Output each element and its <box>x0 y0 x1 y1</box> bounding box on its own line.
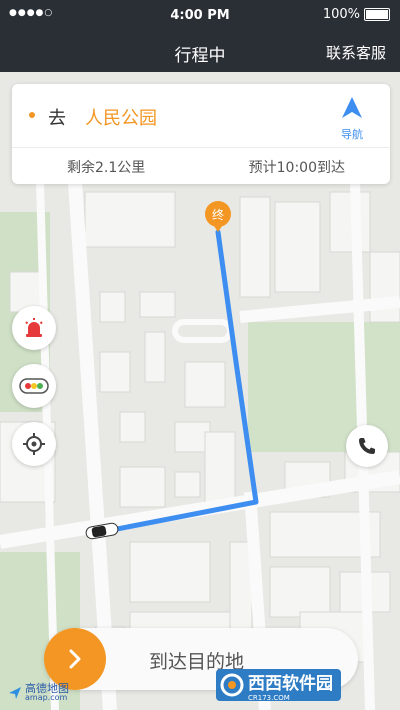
amap-logo: 高德地图 amap.com <box>8 683 69 702</box>
locate-icon <box>23 433 45 455</box>
traffic-light-icon <box>19 378 49 394</box>
slider-knob[interactable] <box>44 628 106 690</box>
watermark: 西西软件园 CR173.COM <box>216 666 392 704</box>
watermark-text: 西西软件园 <box>248 673 333 694</box>
chevron-right-icon <box>69 649 81 669</box>
navigation-label: 导航 <box>341 128 363 141</box>
destination-name: 人民公园 <box>85 108 157 129</box>
battery-text: 100% <box>322 7 360 22</box>
alarm-button[interactable] <box>12 306 56 350</box>
estimated-arrival: 预计10:00到达 <box>248 160 345 176</box>
traffic-button[interactable] <box>12 364 56 408</box>
destination-dot <box>29 112 35 118</box>
battery-indicator: 100% <box>323 7 390 22</box>
trip-card: 去 人民公园 导航 剩余2.1公里 预计10:00到达 <box>12 84 390 184</box>
locate-button[interactable] <box>12 422 56 466</box>
go-label: 去 <box>48 108 66 129</box>
phone-icon <box>359 438 375 454</box>
watermark-sub: CR173.COM <box>248 693 290 702</box>
navigation-arrow-icon <box>342 97 362 118</box>
destination-row: 去 人民公园 导航 <box>12 84 390 147</box>
contact-service-button[interactable]: 联系客服 <box>326 42 386 63</box>
status-bar: ●●●●○ 4:00 PM 100% <box>0 0 400 32</box>
battery-icon <box>364 8 390 21</box>
remaining-distance: 剩余2.1公里 <box>67 160 146 176</box>
card-divider <box>12 147 390 148</box>
end-marker-label: 终 <box>212 207 224 222</box>
amap-logo-icon <box>9 686 21 699</box>
nav-bar: 行程中 联系客服 <box>0 32 400 72</box>
call-driver-button[interactable] <box>346 425 388 467</box>
navigation-button[interactable]: 导航 <box>332 96 372 141</box>
watermark-box: 西西软件园 CR173.COM <box>216 669 341 702</box>
logo-sub: amap.com <box>25 693 68 702</box>
alarm-light-icon <box>25 318 43 337</box>
watermark-logo-icon <box>220 673 244 697</box>
